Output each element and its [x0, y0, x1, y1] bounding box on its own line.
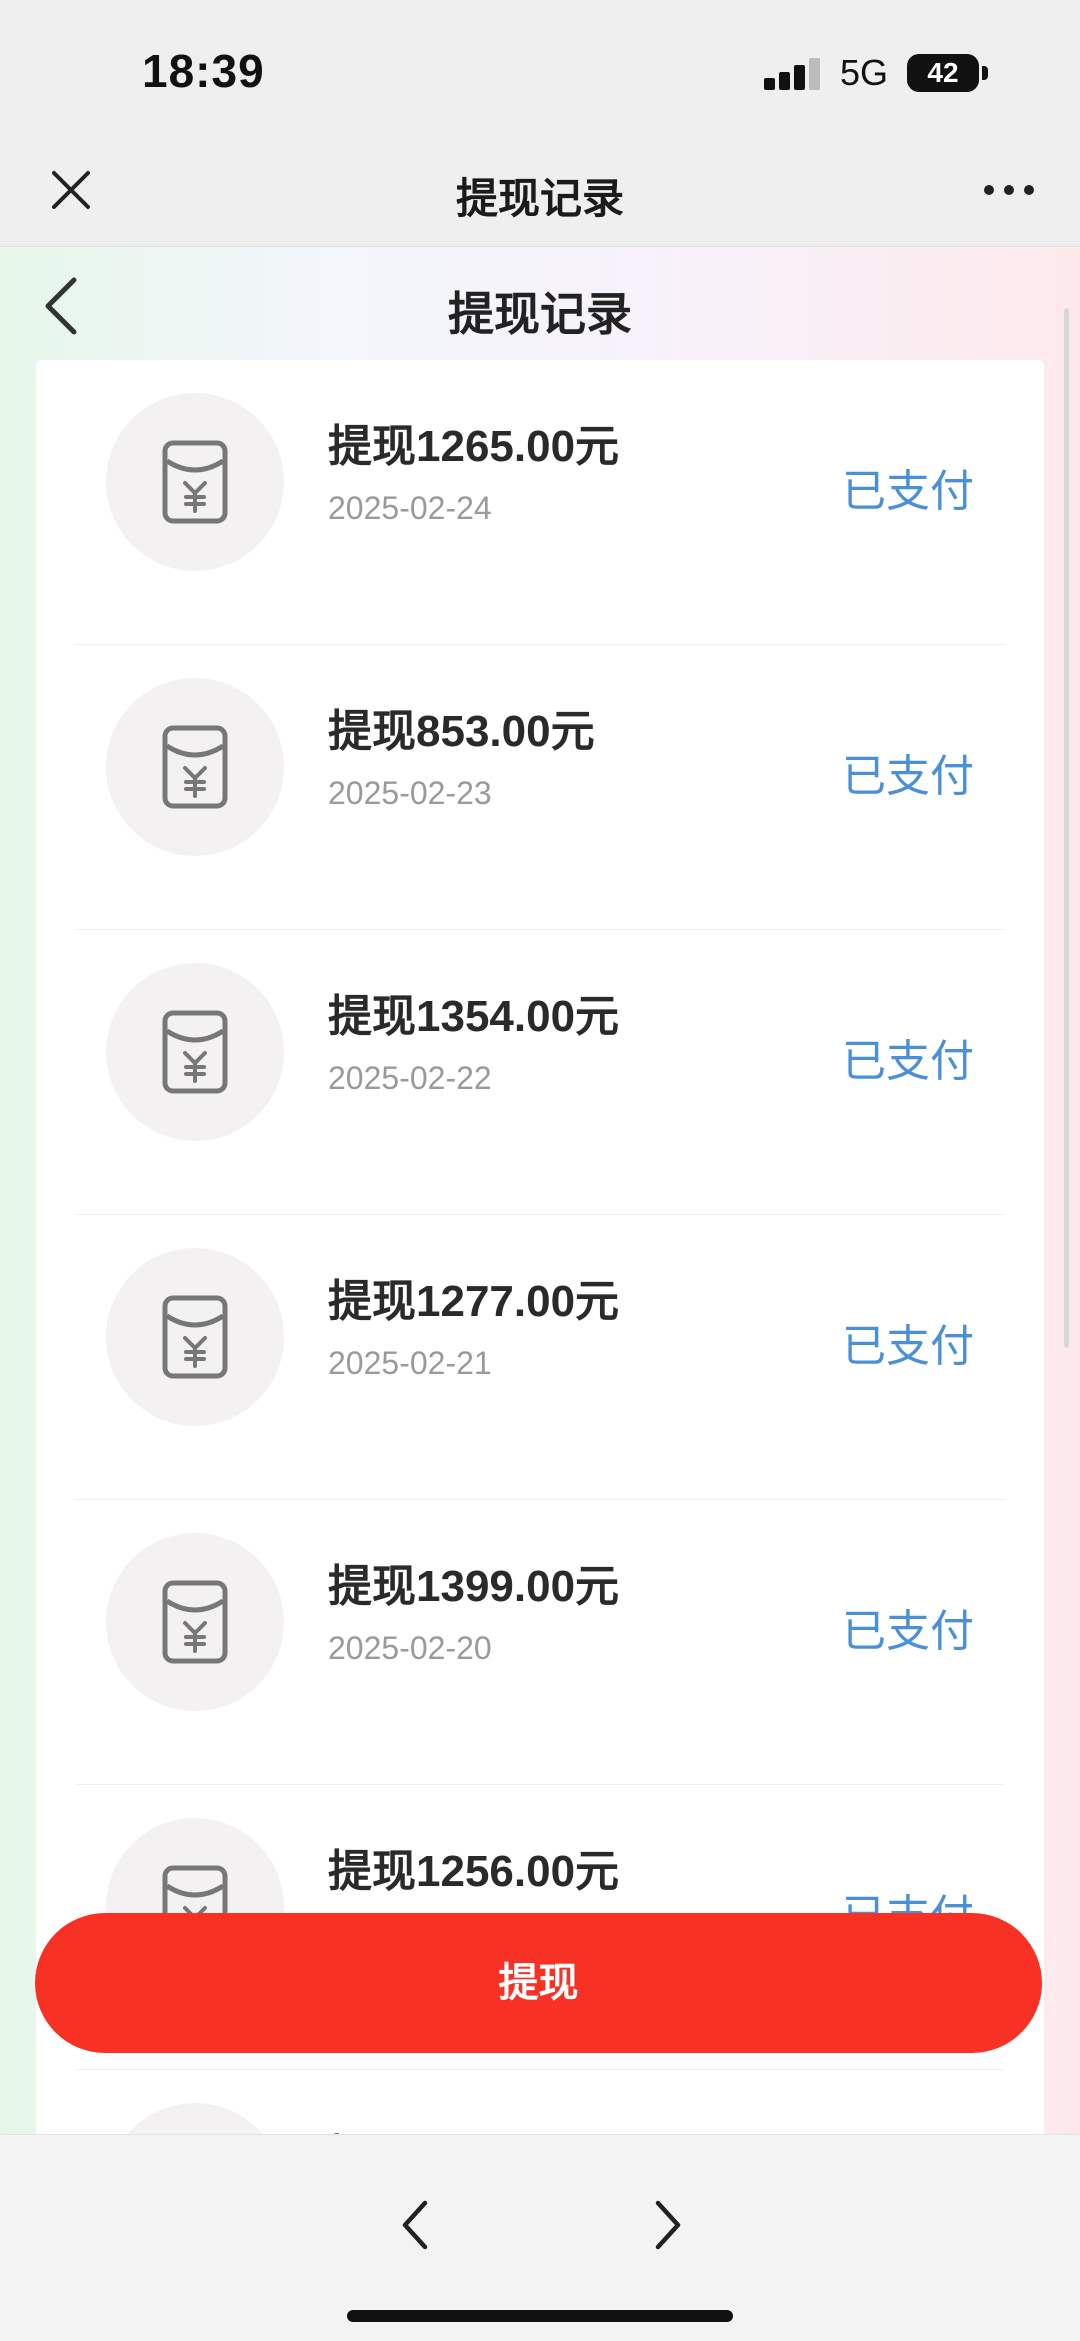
signal-icon: [764, 58, 822, 90]
record-date: 2025-02-22: [328, 1060, 492, 1096]
web-content: 提现记录 提现1265.00元 2025-02-24 已支付 提现853.00元…: [0, 248, 1080, 2134]
record-status: 已支付: [842, 1607, 974, 1656]
chevron-left-icon[interactable]: [395, 2195, 435, 2255]
red-envelope-icon: [106, 1248, 284, 1426]
chevron-right-icon[interactable]: [648, 2195, 688, 2255]
red-envelope-icon: [106, 963, 284, 1141]
page-header: 提现记录: [0, 248, 1080, 356]
screen: 18:39 5G 42 提现记录 提现记录 提现1265.00元 2025-02…: [0, 0, 1080, 2341]
network-type: 5G: [840, 52, 889, 93]
red-envelope-icon: [106, 678, 284, 856]
record-date: 2025-02-24: [328, 490, 492, 526]
status-time: 18:39: [142, 45, 265, 97]
red-envelope-icon: [106, 393, 284, 571]
record-amount: 提现1354.00元: [328, 992, 620, 1041]
record-status: 已支付: [842, 752, 974, 801]
record-amount: 提现1256.00元: [328, 1847, 620, 1896]
home-indicator[interactable]: [347, 2310, 733, 2322]
record-amount: 提现1399.00元: [328, 1562, 620, 1611]
page-title: 提现记录: [448, 288, 632, 340]
list-item[interactable]: 提现1265.00元 2025-02-24 已支付: [36, 360, 1044, 645]
record-status: 已支付: [842, 467, 974, 516]
record-amount: 提现1265.00元: [328, 422, 620, 471]
scrollbar[interactable]: [1064, 308, 1069, 1348]
record-date: 2025-02-20: [328, 1630, 492, 1666]
red-envelope-icon: [106, 2103, 284, 2134]
record-status: 已支付: [842, 1037, 974, 1086]
record-amount: 提现1277.00元: [328, 1277, 620, 1326]
more-icon[interactable]: [984, 185, 1034, 197]
battery-icon: 42: [907, 54, 979, 92]
wechat-title-bar: 提现记录: [0, 145, 1080, 247]
status-bar: 18:39 5G 42: [0, 0, 1080, 145]
list-item[interactable]: 提现1254.00元: [36, 2070, 1044, 2134]
record-amount: 提现1254.00元: [328, 2120, 619, 2134]
list-item[interactable]: 提现1277.00元 2025-02-21 已支付: [36, 1215, 1044, 1500]
red-envelope-icon: [106, 1533, 284, 1711]
list-item[interactable]: 提现1399.00元 2025-02-20 已支付: [36, 1500, 1044, 1785]
record-date: 2025-02-23: [328, 775, 492, 811]
wechat-title: 提现记录: [455, 175, 624, 222]
withdraw-button[interactable]: 提现: [35, 1913, 1042, 2053]
record-list: 提现1265.00元 2025-02-24 已支付 提现853.00元 2025…: [36, 360, 1044, 2134]
list-item[interactable]: 提现1354.00元 2025-02-22 已支付: [36, 930, 1044, 1215]
record-date: 2025-02-21: [328, 1345, 492, 1381]
battery-tip: [982, 66, 988, 80]
list-item[interactable]: 提现853.00元 2025-02-23 已支付: [36, 645, 1044, 930]
record-amount: 提现853.00元: [328, 707, 595, 756]
record-status: 已支付: [842, 1322, 974, 1371]
